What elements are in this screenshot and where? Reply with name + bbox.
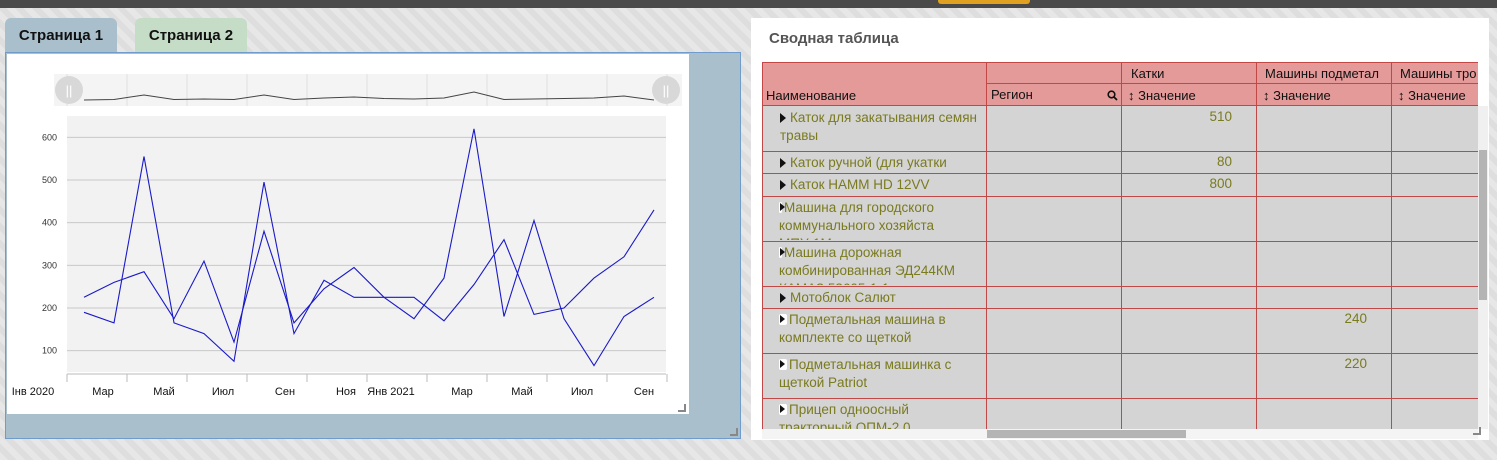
row-divider: [762, 286, 1478, 287]
column-divider: [1256, 62, 1257, 429]
chart-panel: 100 200 300 400 500 600 Інв 2020 Мар Май Июл Сен Но…: [5, 52, 741, 439]
expand-arrow-icon[interactable]: [780, 113, 786, 123]
x-tick-label: Сен: [634, 386, 654, 398]
expand-arrow-icon[interactable]: [779, 404, 787, 415]
navigator-area: [54, 74, 682, 106]
row-name-text: Каток HAMM HD 12VV: [790, 177, 930, 192]
header-group-sweepers: Машины подметал: [1265, 66, 1379, 81]
row-divider: [762, 173, 1478, 174]
row-name-text: Подметальная машинка с щеткой Patriot: [779, 357, 952, 390]
sweeper-value-cell: 220: [1344, 356, 1367, 371]
header-value-3[interactable]: ↕ Значение: [1398, 88, 1466, 103]
tab-page-2[interactable]: Страница 2: [135, 18, 247, 52]
row-name-text: Мотоблок Салют: [790, 290, 896, 305]
expand-arrow-icon[interactable]: [780, 180, 786, 190]
expand-arrow-icon[interactable]: [779, 314, 787, 325]
sweeper-value-cell: 240: [1344, 311, 1367, 326]
x-tick-label: Янв 2021: [367, 386, 414, 398]
horizontal-scrollbar[interactable]: [762, 429, 1478, 439]
x-tick-label: Май: [511, 386, 533, 398]
header-group-katki: Катки: [1131, 66, 1165, 81]
y-tick-label: 100: [42, 346, 57, 356]
row-name-cell[interactable]: Машина для городского коммунального хозя…: [779, 199, 984, 240]
row-name-cell[interactable]: Каток ручной (для укатки: [780, 154, 985, 172]
x-tick-label: Інв 2020: [12, 386, 55, 398]
row-name-cell[interactable]: Подметальная машина в комплекте со щетко…: [779, 311, 984, 352]
tab-page-1[interactable]: Страница 1: [5, 18, 117, 52]
header-group-tro: Машины тро: [1400, 66, 1477, 81]
row-name-text: Подметальная машина в комплекте со щетко…: [779, 312, 946, 345]
row-divider: [762, 151, 1478, 152]
expand-arrow-icon[interactable]: [779, 202, 785, 213]
x-tick-label: Май: [153, 386, 175, 398]
handle-grip-icon: ||: [66, 83, 73, 98]
row-divider: [762, 308, 1478, 309]
header-bottom-line: [762, 105, 1478, 106]
y-tick-label: 600: [42, 132, 57, 142]
expand-arrow-icon[interactable]: [779, 359, 787, 370]
column-divider: [1391, 62, 1392, 429]
chart-widget: 100 200 300 400 500 600 Інв 2020 Мар Май Июл Сен Но…: [7, 54, 689, 414]
horizontal-scroll-thumb[interactable]: [987, 430, 1186, 438]
vertical-scroll-thumb[interactable]: [1479, 150, 1487, 300]
header-value-2[interactable]: ↕ Значение: [1263, 88, 1331, 103]
y-tick-label: 400: [42, 218, 57, 228]
pivot-title: Сводная таблица: [769, 30, 899, 47]
panel-resize-handle[interactable]: [730, 428, 738, 436]
pivot-resize-handle[interactable]: [1473, 427, 1481, 435]
column-divider: [1121, 62, 1122, 429]
column-divider: [762, 62, 763, 429]
row-name-cell[interactable]: Каток для закатывания семян травы: [780, 109, 985, 150]
x-tick-label: Ноя: [336, 386, 356, 398]
row-name-cell[interactable]: Мотоблок Салют: [780, 289, 985, 307]
header-region[interactable]: Регион: [991, 87, 1033, 102]
y-tick-label: 500: [42, 175, 57, 185]
line-chart: 100 200 300 400 500 600 Інв 2020 Мар Май Июл Сен Но…: [12, 74, 682, 398]
column-divider: [986, 62, 987, 429]
row-name-text: Машина для городского коммунального хозя…: [779, 200, 935, 240]
row-divider: [762, 196, 1478, 197]
top-bar: [0, 0, 1497, 8]
katki-value-cell: 80: [1216, 154, 1232, 169]
search-icon[interactable]: [1107, 90, 1118, 101]
x-tick-label: Сен: [275, 386, 295, 398]
row-divider: [762, 398, 1478, 399]
header-top-line: [762, 62, 1478, 63]
row-divider: [762, 241, 1478, 242]
expand-arrow-icon[interactable]: [779, 247, 785, 258]
header-name[interactable]: Наименование: [766, 88, 856, 103]
pivot-panel: Сводная таблица Наименование Регион Катк…: [751, 18, 1489, 440]
y-tick-label: 300: [42, 260, 57, 270]
expand-arrow-icon[interactable]: [780, 293, 786, 303]
row-name-cell[interactable]: Подметальная машинка с щеткой Patriot: [779, 356, 984, 397]
x-tick-label: Мар: [451, 386, 473, 398]
handle-grip-icon: ||: [663, 83, 670, 98]
header-mid-line: [987, 83, 1478, 84]
x-tick-label: Июл: [212, 386, 234, 398]
row-name-text: Прицеп одноосный тракторный ОПМ-2.0: [779, 402, 911, 429]
header-value-1[interactable]: ↕ Значение: [1128, 88, 1196, 103]
row-divider: [762, 353, 1478, 354]
top-bar-accent: [938, 0, 1030, 4]
y-tick-label: 200: [42, 303, 57, 313]
plot-area: [67, 116, 666, 372]
pivot-table: Наименование Регион Катки Машины подмета…: [762, 62, 1478, 429]
chart-resize-handle[interactable]: [678, 404, 686, 412]
row-name-text: Машина дорожная комбинированная ЭД244КМ …: [779, 245, 956, 285]
row-name-text: Каток для закатывания семян травы: [780, 110, 977, 143]
vertical-scrollbar[interactable]: [1478, 106, 1488, 429]
x-tick-label: Мар: [92, 386, 114, 398]
row-name-text: Каток ручной (для укатки: [790, 155, 947, 170]
row-name-cell[interactable]: Каток HAMM HD 12VV: [780, 176, 985, 195]
row-name-cell[interactable]: Машина дорожная комбинированная ЭД244КМ …: [779, 244, 984, 285]
katki-value-cell: 800: [1209, 176, 1232, 191]
katki-value-cell: 510: [1209, 109, 1232, 124]
x-tick-label: Июл: [571, 386, 593, 398]
expand-arrow-icon[interactable]: [780, 158, 786, 168]
row-name-cell[interactable]: Прицеп одноосный тракторный ОПМ-2.0: [779, 401, 984, 429]
